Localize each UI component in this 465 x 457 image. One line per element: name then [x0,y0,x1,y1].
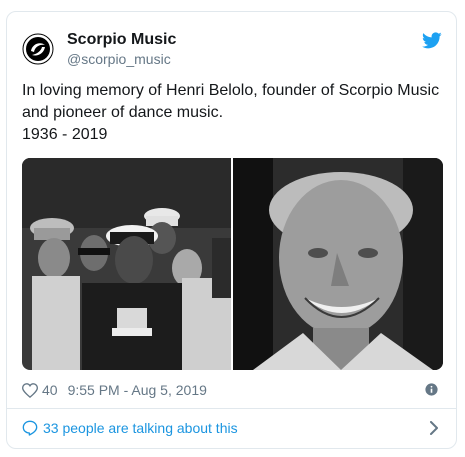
portrait-photo[interactable] [233,158,443,370]
divider [7,408,456,409]
tweet-header: Scorpio Music @scorpio_music [21,28,442,68]
tweet-meta: 40 9:55 PM - Aug 5, 2019 [22,380,442,400]
account-names: Scorpio Music @scorpio_music [67,30,176,68]
conversation-count[interactable]: 33 people are talking about this [43,420,238,436]
twitter-bird-icon[interactable] [422,30,442,50]
account-handle[interactable]: @scorpio_music [67,50,176,68]
tweet-timestamp[interactable]: 9:55 PM - Aug 5, 2019 [68,382,207,398]
display-name[interactable]: Scorpio Music [67,30,176,50]
info-icon[interactable] [425,383,438,396]
conversation-link[interactable]: 33 people are talking about this [22,417,442,439]
tweet-text-line: In loving memory of Henri Belolo, founde… [22,82,440,99]
tweet-text: In loving memory of Henri Belolo, founde… [22,80,447,146]
embedded-tweet: Scorpio Music @scorpio_music In loving m… [6,11,457,449]
tweet-media[interactable] [22,158,443,370]
speech-bubble-icon [22,420,38,436]
like-count[interactable]: 40 [42,382,58,398]
tweet-text-line: and pioneer of dance music. [22,104,224,121]
heart-icon[interactable] [22,382,38,398]
scorpio-logo-icon[interactable] [21,32,55,66]
chevron-right-icon[interactable] [428,421,440,435]
group-photo[interactable] [22,158,231,370]
tweet-text-line: 1936 - 2019 [22,126,108,143]
